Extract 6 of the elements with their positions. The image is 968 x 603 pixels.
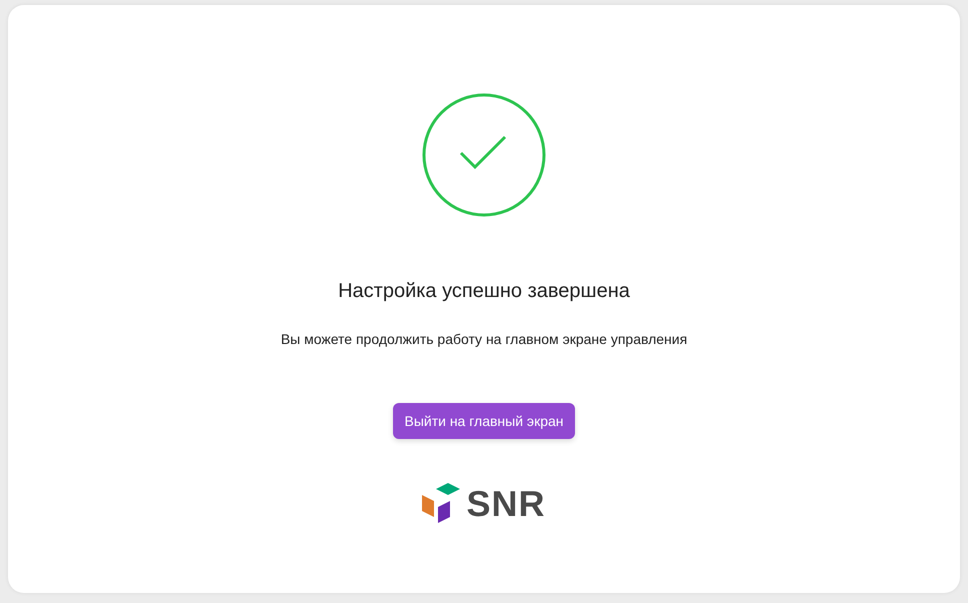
success-message: Вы можете продолжить работу на главном экране управления xyxy=(280,331,688,347)
logo-text: SNR xyxy=(466,486,546,522)
cube-logo-icon xyxy=(422,483,462,525)
home-screen-button[interactable]: Выйти на главный экран xyxy=(393,403,575,439)
success-check-icon xyxy=(422,93,546,217)
success-title: Настройка успешно завершена xyxy=(338,280,630,303)
